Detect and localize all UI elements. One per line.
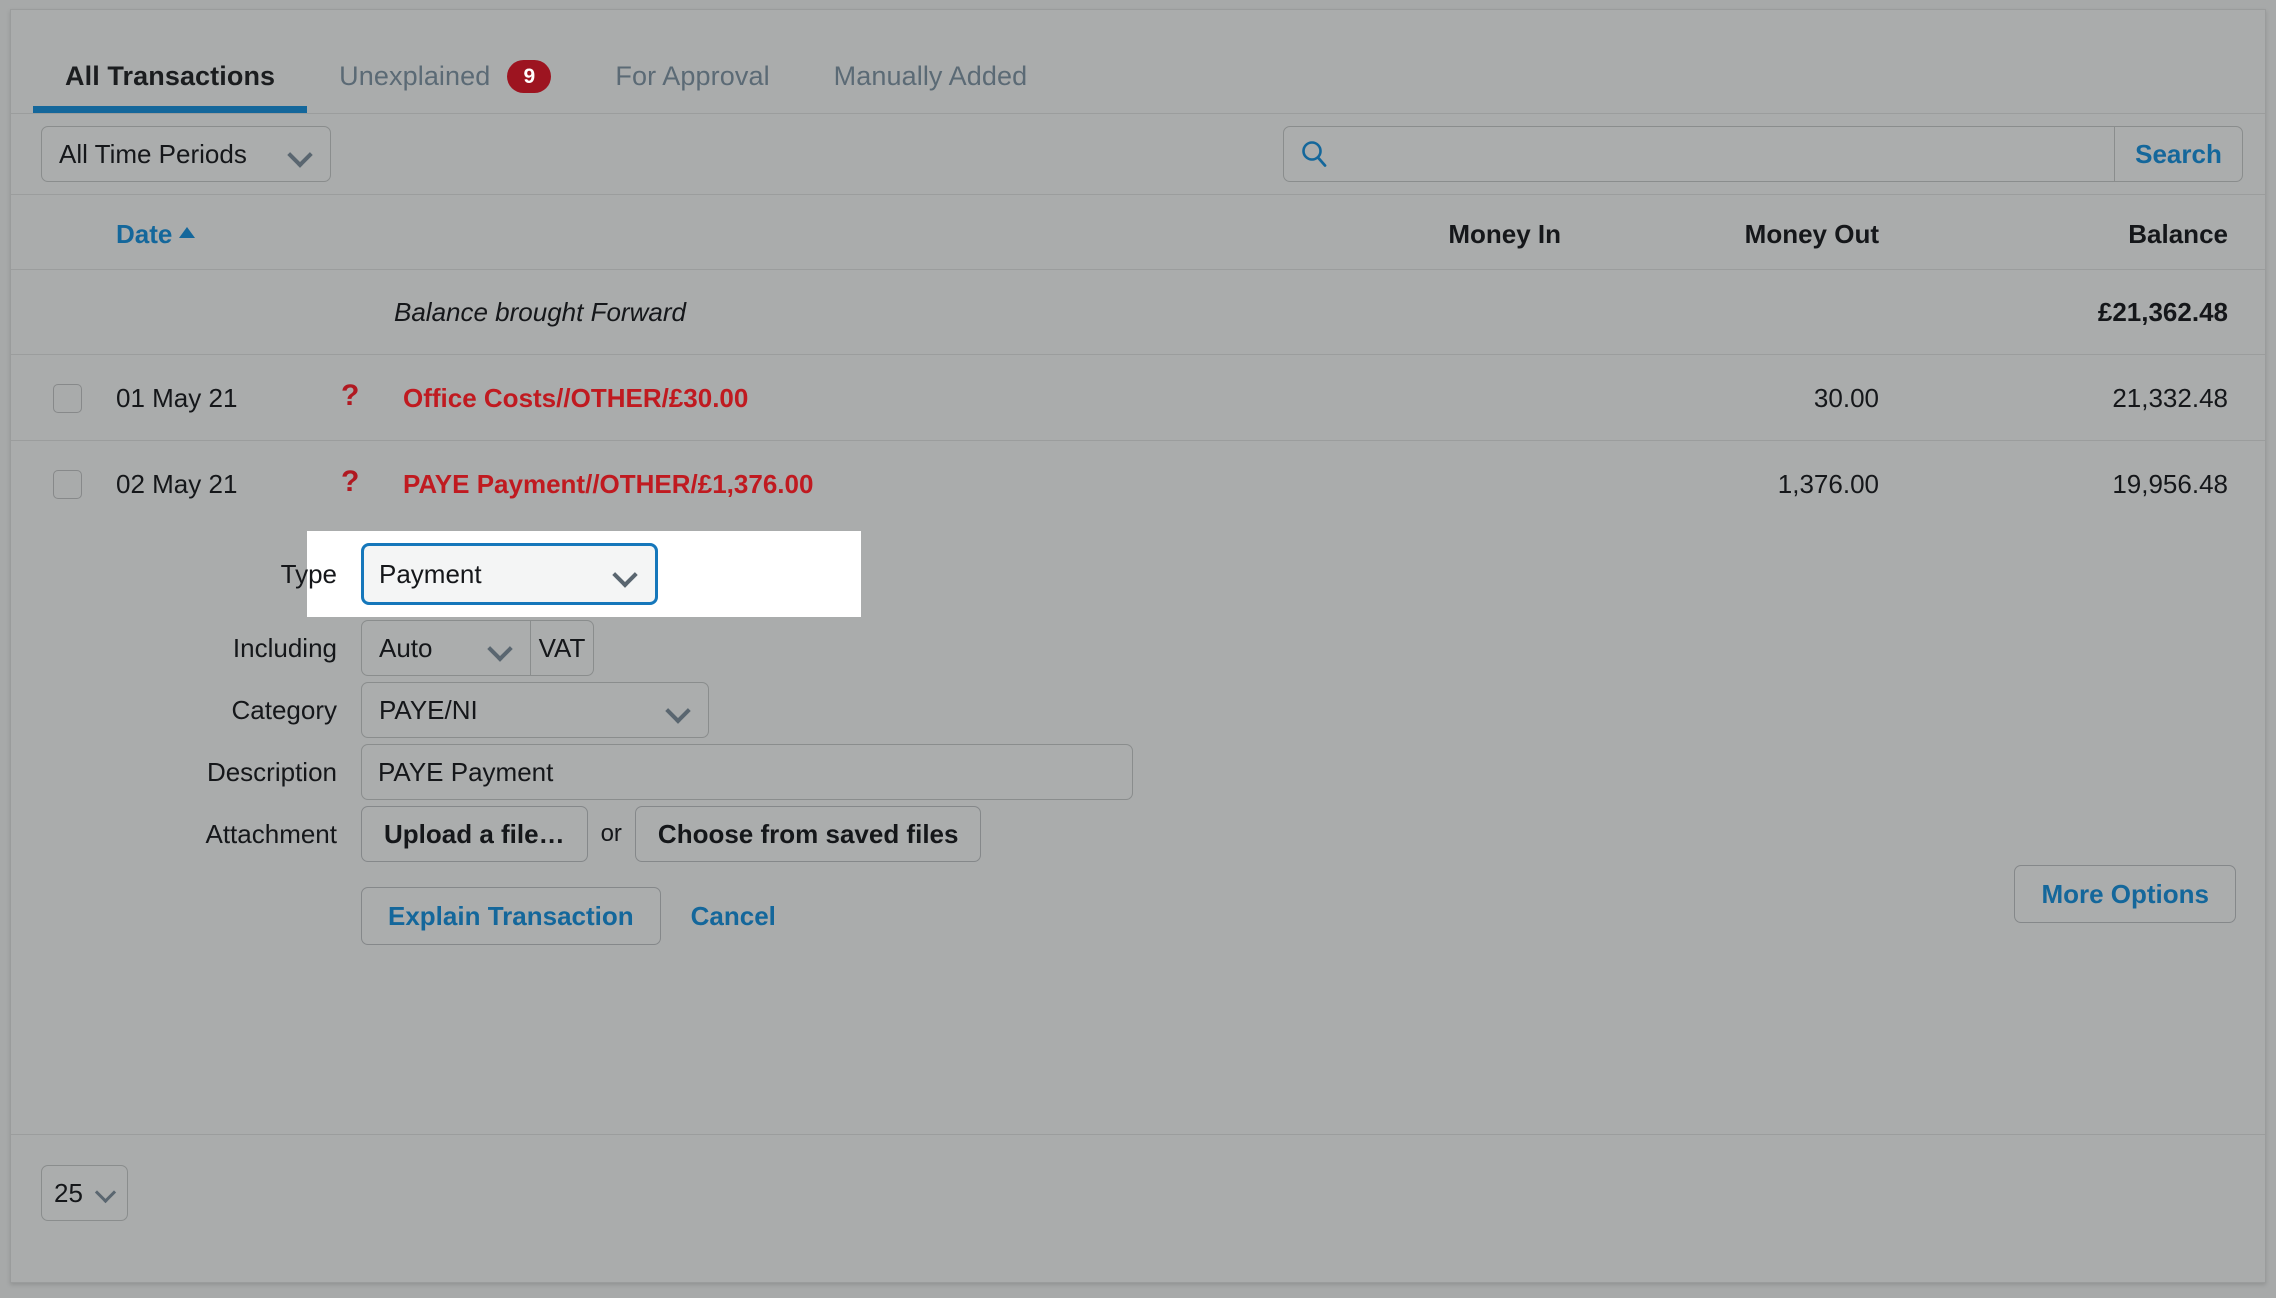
question-mark-icon[interactable]: ?: [341, 465, 359, 499]
tab-label: For Approval: [615, 61, 770, 91]
filter-bar: All Time Periods Search: [11, 114, 2265, 195]
form-row-attachment: Attachment Upload a file… or Choose from…: [11, 803, 2265, 865]
question-mark-icon[interactable]: ?: [341, 379, 359, 413]
chevron-down-icon: [488, 636, 512, 660]
attachment-label: Attachment: [205, 818, 337, 849]
tab-all-transactions[interactable]: All Transactions: [33, 10, 308, 113]
chevron-down-icon: [95, 1181, 119, 1205]
row-money-out: 30.00: [1813, 383, 1879, 413]
search-icon: [1284, 127, 1344, 181]
search-box: Search: [1283, 126, 2243, 182]
attachment-field: Upload a file… or Choose from saved file…: [361, 806, 982, 862]
explain-transaction-button[interactable]: Explain Transaction: [361, 887, 661, 945]
column-header-money-in: Money In: [1448, 219, 1561, 249]
page-size-select[interactable]: 25: [41, 1165, 128, 1221]
type-select[interactable]: Payment: [361, 543, 658, 605]
upload-a-file-button[interactable]: Upload a file…: [361, 806, 588, 862]
including-label: Including: [232, 632, 337, 663]
category-label: Category: [231, 694, 338, 725]
balance-brought-forward-label: Balance brought Forward: [394, 297, 686, 327]
row-select-checkbox[interactable]: [53, 384, 82, 413]
form-row-actions: Explain Transaction Cancel More Options: [11, 865, 2265, 961]
chevron-down-icon: [288, 142, 312, 166]
chevron-down-icon: [613, 562, 637, 586]
form-row-description: Description: [11, 741, 2265, 803]
actions-group: Explain Transaction Cancel: [361, 887, 776, 945]
tab-bar: All Transactions Unexplained 9 For Appro…: [11, 10, 2265, 114]
search-button[interactable]: Search: [2114, 127, 2242, 181]
column-header-money-out: Money Out: [1744, 219, 1879, 249]
type-label: Type: [280, 558, 337, 589]
form-row-type: Type Payment: [11, 531, 2265, 617]
table-row: 01 May 21 ? Office Costs//OTHER/£30.00 3…: [11, 355, 2265, 441]
row-balance: 21,332.48: [2112, 383, 2228, 413]
row-description-link[interactable]: PAYE Payment//OTHER/£1,376.00: [403, 469, 813, 500]
time-period-select[interactable]: All Time Periods: [41, 126, 331, 182]
row-date: 01 May 21: [116, 383, 238, 413]
table-header: Date Money In Money Out Balance: [11, 195, 2265, 270]
table-footer: 25: [11, 1134, 2265, 1282]
row-balance: 19,956.48: [2112, 469, 2228, 499]
row-date: 02 May 21: [116, 469, 238, 499]
transactions-panel: All Transactions Unexplained 9 For Appro…: [10, 9, 2266, 1283]
explain-transaction-form: Type Payment Including Auto VAT Category: [11, 531, 2265, 969]
page-size-value: 25: [54, 1177, 83, 1208]
tab-label: Manually Added: [833, 61, 1028, 91]
balance-brought-forward-value: £21,362.48: [2097, 297, 2228, 327]
column-header-date[interactable]: Date: [116, 219, 196, 250]
attachment-or-text: or: [600, 820, 622, 847]
unexplained-count-badge: 9: [507, 60, 552, 93]
category-select[interactable]: PAYE/NI: [361, 682, 709, 738]
more-options-button[interactable]: More Options: [2014, 865, 2236, 923]
tab-label: All Transactions: [65, 61, 276, 91]
description-input[interactable]: [361, 744, 1133, 800]
tab-label: Unexplained: [339, 61, 491, 91]
row-description-link[interactable]: Office Costs//OTHER/£30.00: [403, 383, 748, 414]
search-input[interactable]: [1344, 127, 2114, 181]
category-select-value: PAYE/NI: [379, 694, 478, 725]
table-row: 02 May 21 ? PAYE Payment//OTHER/£1,376.0…: [11, 441, 2265, 527]
balance-brought-forward-row: Balance brought Forward £21,362.48: [11, 270, 2265, 355]
tab-unexplained[interactable]: Unexplained 9: [307, 10, 583, 113]
form-row-category: Category PAYE/NI: [11, 679, 2265, 741]
including-field: Auto VAT: [361, 620, 594, 676]
tab-for-approval[interactable]: For Approval: [583, 10, 801, 113]
including-select[interactable]: Auto: [361, 620, 531, 676]
column-header-balance: Balance: [2128, 219, 2228, 249]
choose-from-saved-files-button[interactable]: Choose from saved files: [634, 806, 982, 862]
tab-manually-added[interactable]: Manually Added: [802, 10, 1060, 113]
form-row-including: Including Auto VAT: [11, 617, 2265, 679]
time-period-value: All Time Periods: [59, 138, 247, 169]
row-select-checkbox[interactable]: [53, 470, 82, 499]
vat-suffix-label: VAT: [531, 620, 594, 676]
type-field: Payment: [361, 543, 658, 605]
type-select-value: Payment: [379, 558, 482, 589]
cancel-link[interactable]: Cancel: [691, 901, 776, 932]
description-label: Description: [206, 756, 337, 787]
chevron-down-icon: [666, 698, 690, 722]
column-header-date-label: Date: [116, 219, 173, 249]
sort-ascending-icon: [179, 227, 196, 238]
including-select-value: Auto: [379, 632, 433, 663]
row-money-out: 1,376.00: [1777, 469, 1879, 499]
